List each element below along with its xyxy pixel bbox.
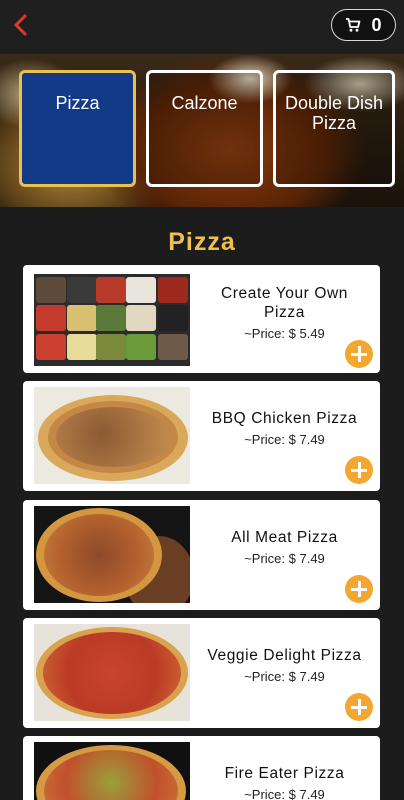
item-image xyxy=(34,274,190,366)
category-label: Calzone xyxy=(171,93,238,113)
add-to-cart-button[interactable] xyxy=(345,693,373,721)
item-price: ~Price: $ 7.49 xyxy=(244,787,325,800)
add-to-cart-button[interactable] xyxy=(345,456,373,484)
chevron-left-icon xyxy=(14,14,27,36)
item-name: Veggie Delight Pizza xyxy=(207,647,362,664)
category-tile-pizza[interactable]: Pizza xyxy=(19,70,136,187)
item-name: BBQ Chicken Pizza xyxy=(211,410,358,427)
category-label: Double Dish Pizza xyxy=(284,93,384,133)
shopping-cart-icon xyxy=(346,18,361,32)
item-price: ~Price: $ 7.49 xyxy=(244,551,325,566)
item-name: Fire Eater Pizza xyxy=(224,765,345,782)
item-image xyxy=(34,624,190,721)
menu-item-card[interactable]: Create Your Own Pizza ~Price: $ 5.49 xyxy=(23,265,380,373)
top-bar: 0 xyxy=(0,0,404,54)
item-image xyxy=(34,742,190,800)
category-tile-calzone[interactable]: Calzone xyxy=(146,70,263,187)
item-image xyxy=(34,506,190,603)
item-name: All Meat Pizza xyxy=(231,529,338,546)
add-to-cart-button[interactable] xyxy=(345,575,373,603)
item-price: ~Price: $ 7.49 xyxy=(244,669,325,684)
cart-button[interactable]: 0 xyxy=(331,9,396,41)
item-name: Create Your Own Pizza xyxy=(220,285,349,321)
item-image xyxy=(34,387,190,484)
category-label: Pizza xyxy=(55,93,100,113)
menu-item-card[interactable]: BBQ Chicken Pizza ~Price: $ 7.49 xyxy=(23,381,380,491)
menu-item-card[interactable]: All Meat Pizza ~Price: $ 7.49 xyxy=(23,500,380,610)
category-banner: Pizza Calzone Double Dish Pizza xyxy=(0,54,404,207)
cart-count: 0 xyxy=(371,14,382,35)
menu-item-card[interactable]: Fire Eater Pizza ~Price: $ 7.49 xyxy=(23,736,380,800)
back-button[interactable] xyxy=(8,9,36,41)
add-to-cart-button[interactable] xyxy=(345,340,373,368)
menu-item-card[interactable]: Veggie Delight Pizza ~Price: $ 7.49 xyxy=(23,618,380,728)
category-tile-double-dish-pizza[interactable]: Double Dish Pizza xyxy=(273,70,395,187)
section-title: Pizza xyxy=(168,228,236,256)
item-price: ~Price: $ 5.49 xyxy=(244,326,325,341)
item-price: ~Price: $ 7.49 xyxy=(244,432,325,447)
